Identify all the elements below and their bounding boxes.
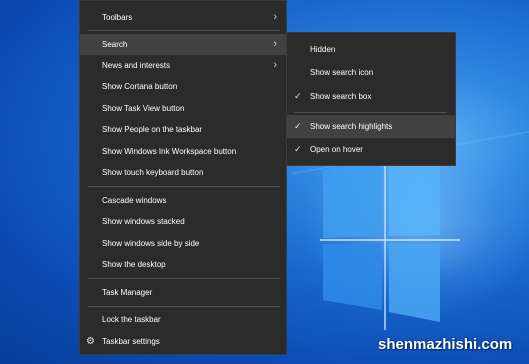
menu-item-label: Search xyxy=(102,40,128,49)
menu-separator xyxy=(88,186,280,187)
menu-separator xyxy=(88,278,280,279)
menu-item-show-task-view[interactable]: Show Task View button xyxy=(80,98,286,119)
submenu-separator xyxy=(295,112,447,113)
menu-item-label: Taskbar settings xyxy=(102,337,160,346)
menu-item-label: Show windows stacked xyxy=(102,217,185,226)
menu-item-show-cortana[interactable]: Show Cortana button xyxy=(80,76,286,97)
chevron-right-icon: › xyxy=(273,38,277,50)
menu-item-show-people[interactable]: Show People on the taskbar xyxy=(80,119,286,140)
submenu-item-hidden[interactable]: Hidden xyxy=(287,38,455,61)
menu-item-show-windows-side-by-side[interactable]: Show windows side by side xyxy=(80,233,286,254)
menu-item-label: Show Task View button xyxy=(102,104,185,113)
submenu-item-show-search-icon[interactable]: Show search icon xyxy=(287,61,455,84)
menu-item-search[interactable]: Search › xyxy=(80,34,286,55)
submenu-item-label: Open on hover xyxy=(310,145,363,154)
chevron-right-icon: › xyxy=(273,59,277,71)
menu-item-task-manager[interactable]: Task Manager xyxy=(80,282,286,303)
menu-item-show-touch-keyboard[interactable]: Show touch keyboard button xyxy=(80,162,286,183)
menu-item-label: Toolbars xyxy=(102,13,133,22)
submenu-item-label: Show search box xyxy=(310,92,372,101)
taskbar-context-menu: Toolbars › Search › News and interests ›… xyxy=(79,0,287,355)
menu-item-label: Task Manager xyxy=(102,288,153,297)
menu-item-show-ink-workspace[interactable]: Show Windows Ink Workspace button xyxy=(80,141,286,162)
menu-item-lock-taskbar[interactable]: Lock the taskbar xyxy=(80,309,286,330)
menu-item-label: Show People on the taskbar xyxy=(102,125,203,134)
menu-item-label: Show Cortana button xyxy=(102,82,178,91)
menu-item-label: Show Windows Ink Workspace button xyxy=(102,147,237,156)
menu-item-taskbar-settings[interactable]: ⚙ Taskbar settings xyxy=(80,331,286,352)
menu-item-label: Lock the taskbar xyxy=(102,315,161,324)
search-submenu: Hidden Show search icon ✓ Show search bo… xyxy=(286,32,456,166)
menu-item-show-desktop[interactable]: Show the desktop xyxy=(80,254,286,275)
menu-item-label: News and interests xyxy=(102,61,171,70)
checkmark-icon: ✓ xyxy=(294,144,302,154)
checkmark-icon: ✓ xyxy=(294,121,302,131)
submenu-item-show-search-highlights[interactable]: ✓ Show search highlights xyxy=(287,115,455,138)
checkmark-icon: ✓ xyxy=(294,91,302,101)
menu-item-label: Show touch keyboard button xyxy=(102,168,204,177)
menu-item-toolbars[interactable]: Toolbars › xyxy=(80,7,286,28)
submenu-item-label: Show search icon xyxy=(310,68,374,77)
watermark-text: shenmazhishi.com xyxy=(378,336,513,353)
chevron-right-icon: › xyxy=(273,11,277,23)
submenu-item-label: Show search highlights xyxy=(310,122,393,131)
gear-icon: ⚙ xyxy=(86,336,95,347)
menu-item-label: Show windows side by side xyxy=(102,239,200,248)
submenu-item-show-search-box[interactable]: ✓ Show search box xyxy=(287,85,455,108)
menu-separator xyxy=(88,30,280,31)
submenu-item-open-on-hover[interactable]: ✓ Open on hover xyxy=(287,138,455,161)
menu-item-label: Show the desktop xyxy=(102,260,166,269)
menu-item-cascade-windows[interactable]: Cascade windows xyxy=(80,190,286,211)
menu-item-news-and-interests[interactable]: News and interests › xyxy=(80,55,286,76)
menu-separator xyxy=(88,306,280,307)
menu-item-label: Cascade windows xyxy=(102,196,167,205)
submenu-item-label: Hidden xyxy=(310,45,336,54)
menu-item-show-windows-stacked[interactable]: Show windows stacked xyxy=(80,211,286,232)
